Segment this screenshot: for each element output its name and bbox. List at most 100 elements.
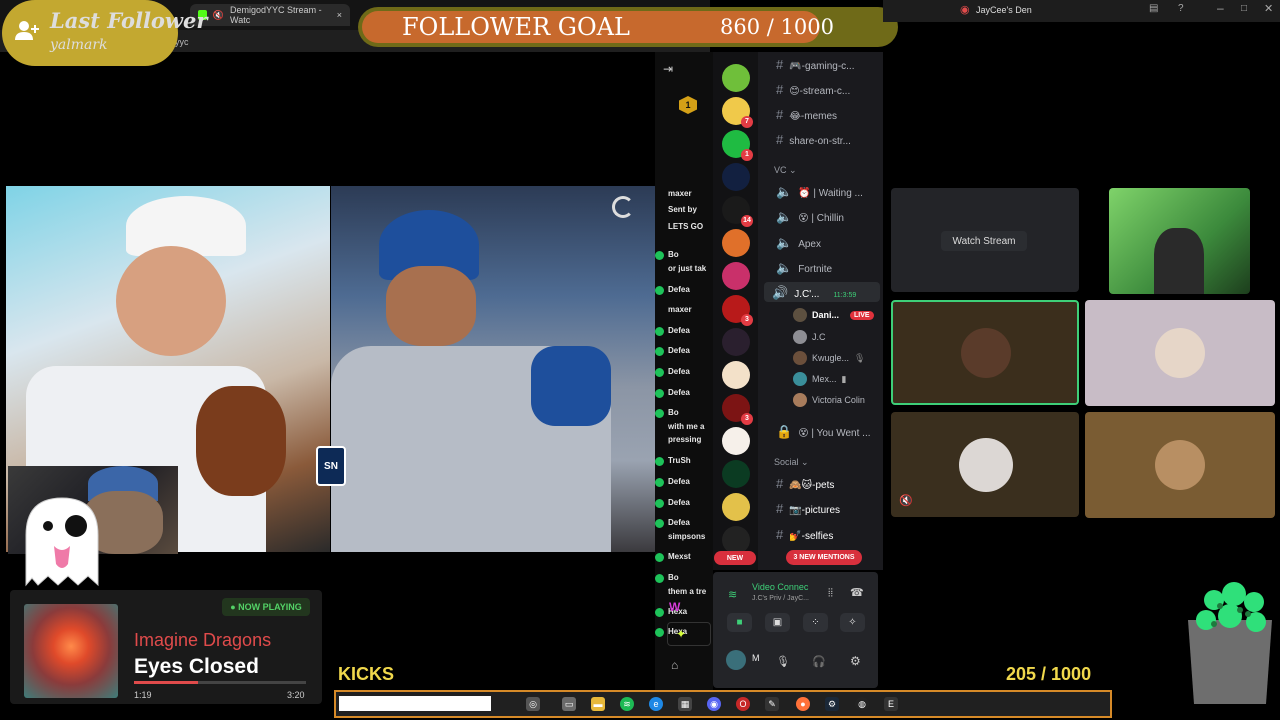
sparkle-icon[interactable]: ✦: [676, 627, 686, 641]
server-icon[interactable]: 3: [722, 295, 753, 326]
taskbar-search[interactable]: [339, 696, 491, 711]
task-view-icon[interactable]: ▭: [562, 697, 576, 711]
active-voice-channel[interactable]: 🔊 J.C'... 11:3:59: [764, 282, 880, 302]
server-icon[interactable]: 1: [722, 130, 753, 161]
app-icon[interactable]: ◎: [526, 697, 540, 711]
channel-name: 🎮-gaming-c...: [789, 61, 855, 72]
camera-button[interactable]: ■: [727, 613, 752, 632]
browser-tab[interactable]: 🔇 DemigodYYC Stream - Watc ×: [190, 4, 350, 26]
channel-item[interactable]: # 💅-selfies: [776, 527, 833, 542]
channel-item[interactable]: # 📷-pictures: [776, 501, 840, 516]
user-avatar[interactable]: [726, 650, 746, 670]
obs-icon[interactable]: ◍: [855, 697, 869, 711]
voice-user[interactable]: Kwugle... 🎙: [793, 351, 865, 365]
channel-item[interactable]: # 😊-stream-c...: [776, 82, 850, 97]
webcam-tile[interactable]: [1109, 188, 1250, 294]
server-icon[interactable]: [722, 361, 750, 389]
voice-channel-path[interactable]: J.C's Priv / JayC...: [752, 595, 809, 602]
category-vc[interactable]: VC ⌄: [774, 165, 797, 176]
gift-icon[interactable]: ⌂: [671, 658, 678, 672]
chat-message: simpsons: [668, 532, 706, 541]
hash-icon: #: [776, 527, 784, 542]
voice-channel[interactable]: 🔈 Fortnite: [776, 260, 832, 276]
track-progress-fill: [134, 681, 198, 684]
close-window-icon[interactable]: ✕: [1264, 2, 1273, 15]
server-icon[interactable]: [722, 427, 750, 455]
voice-user[interactable]: J.C: [793, 330, 826, 344]
screenshare-button[interactable]: ▣: [765, 613, 790, 632]
channel-item[interactable]: # share-on-str...: [776, 132, 851, 147]
inbox-icon[interactable]: ▤: [1149, 3, 1158, 14]
chat-panel[interactable]: ⇥ 1 maxer Sent by LETS GO Bo or just tak Defe…: [655, 52, 713, 702]
chat-input[interactable]: ✦: [667, 622, 711, 646]
file-explorer-icon[interactable]: ▬: [591, 697, 605, 711]
server-icon[interactable]: [722, 64, 750, 92]
server-icon[interactable]: [722, 262, 750, 290]
chat-message: or just tak: [668, 264, 707, 273]
category-social[interactable]: Social ⌄: [774, 457, 809, 468]
watch-stream-button[interactable]: Watch Stream: [941, 231, 1027, 251]
mic-icon[interactable]: 🎙: [776, 655, 790, 668]
edge-icon[interactable]: e: [649, 697, 663, 711]
verified-badge-icon: [655, 608, 664, 617]
server-icon[interactable]: [722, 526, 750, 554]
opera-icon[interactable]: O: [736, 697, 750, 711]
voice-user[interactable]: Mex... ▮: [793, 372, 846, 386]
server-icon[interactable]: [722, 460, 750, 488]
channel-item[interactable]: # 🙈🐱-pets: [776, 476, 834, 491]
settings-gear-icon[interactable]: ⚙: [850, 654, 861, 668]
user-tile[interactable]: 🔇: [891, 412, 1079, 517]
album-art: [24, 604, 118, 698]
unread-badge: 7: [741, 116, 753, 128]
server-icon[interactable]: 14: [722, 196, 753, 227]
speaker-icon: 🔈: [776, 260, 793, 275]
channel-name: 😂-memes: [789, 111, 838, 122]
new-mentions-button[interactable]: 3 NEW MENTIONS: [786, 550, 862, 565]
refresh-icon[interactable]: [612, 196, 634, 218]
voice-channel[interactable]: 🔈 😵 | Chillin: [776, 209, 844, 225]
maximize-icon[interactable]: □: [1241, 3, 1247, 14]
headphones-icon[interactable]: 🎧: [812, 655, 826, 668]
firefox-icon[interactable]: ●: [796, 697, 810, 711]
lock-icon: 🔒: [776, 424, 793, 439]
voice-connected-label[interactable]: Video Connec: [752, 582, 808, 592]
app-icon[interactable]: ✎: [765, 697, 779, 711]
discord-icon[interactable]: ◉: [707, 697, 721, 711]
collapse-chat-icon[interactable]: ⇥: [663, 62, 673, 76]
voice-channel[interactable]: 🔈 ⏰ | Waiting ...: [776, 184, 863, 200]
user-tile[interactable]: [1085, 412, 1275, 518]
verified-badge-icon: [655, 389, 664, 398]
app-icon[interactable]: ▦: [678, 697, 692, 711]
voice-user[interactable]: Victoria Colin: [793, 393, 865, 407]
chat-message: Defea: [668, 367, 690, 376]
chat-message: with me a: [668, 422, 705, 431]
channel-item[interactable]: # 😂-memes: [776, 107, 837, 122]
activities-button[interactable]: ⁘: [803, 613, 828, 632]
voice-channel[interactable]: 🔒 😵 | You Went ...: [776, 424, 871, 440]
signal-icon: ≋: [728, 589, 738, 601]
server-icon[interactable]: 7: [722, 97, 753, 128]
user-tile[interactable]: [1085, 300, 1275, 406]
minimize-icon[interactable]: –: [1217, 1, 1224, 15]
spotify-icon[interactable]: ≋: [620, 697, 634, 711]
disconnect-icon[interactable]: ☎: [850, 586, 864, 599]
server-icon[interactable]: [722, 493, 750, 521]
voice-channel[interactable]: 🔈 Apex: [776, 235, 821, 251]
steam-icon[interactable]: ⚙: [825, 697, 839, 711]
server-icon[interactable]: [722, 328, 750, 356]
server-icon[interactable]: [722, 163, 750, 191]
user-tile-speaking[interactable]: [891, 300, 1079, 405]
soundboard-button[interactable]: ✧: [840, 613, 865, 632]
server-icon[interactable]: [722, 229, 750, 257]
new-button[interactable]: NEW: [714, 551, 756, 565]
verified-badge-icon: [655, 519, 664, 528]
close-tab-icon[interactable]: ×: [337, 10, 342, 20]
epic-games-icon[interactable]: E: [884, 697, 898, 711]
help-icon[interactable]: ?: [1178, 3, 1184, 14]
mute-icon[interactable]: 🔇: [213, 10, 224, 21]
channel-item[interactable]: # 🎮-gaming-c...: [776, 57, 854, 72]
noise-suppression-icon[interactable]: ⦙⦙: [828, 587, 833, 600]
track-duration: 3:20: [287, 690, 305, 700]
voice-user[interactable]: Dani... LIVE: [793, 308, 874, 322]
server-icon[interactable]: 3: [722, 394, 753, 425]
